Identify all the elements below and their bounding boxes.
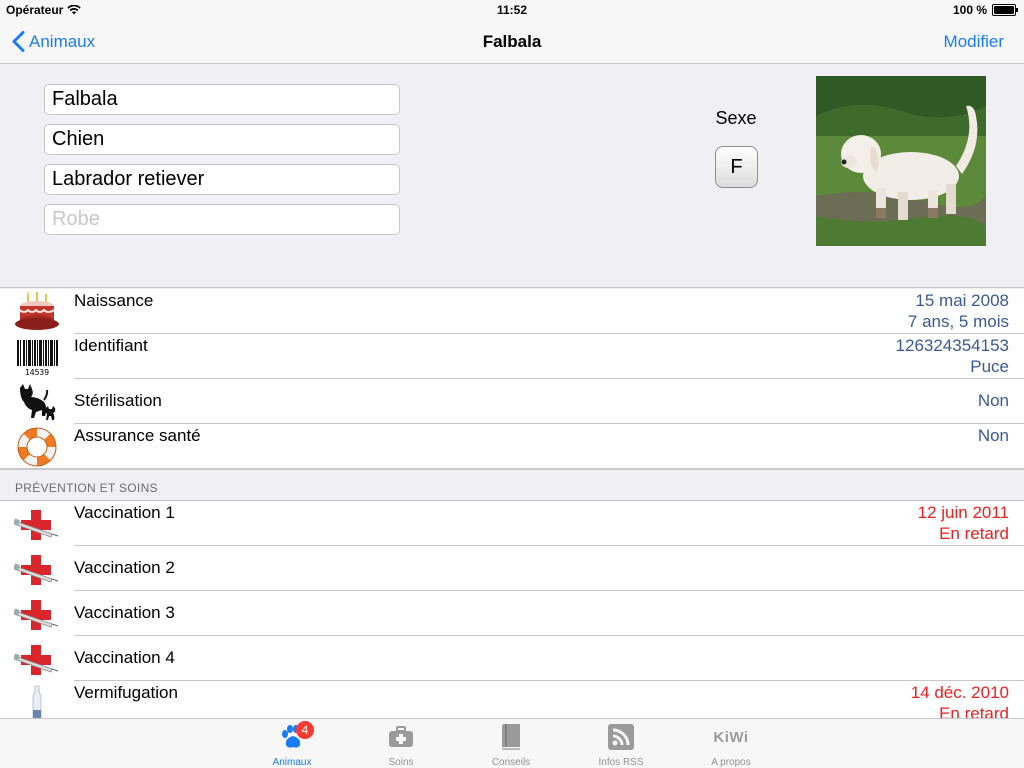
coat-field[interactable]: [44, 204, 400, 235]
status-bar: Opérateur 11:52 100 %: [0, 0, 1024, 20]
tab-conseils-label: Conseils: [491, 757, 531, 768]
deworming-label: Vermifugation: [74, 683, 178, 702]
navigation-bar: Animaux Falbala Modifier: [0, 20, 1024, 64]
tab-animaux-label: Animaux: [272, 757, 312, 768]
breed-field[interactable]: [44, 164, 400, 195]
vaccination-1-status: En retard: [939, 524, 1009, 543]
syringe-cross-icon: [14, 549, 60, 589]
species-field[interactable]: [44, 124, 400, 155]
dog-photo-image: [816, 76, 986, 246]
sex-label: Sexe: [715, 108, 757, 128]
syringe-cross-icon: [14, 504, 60, 544]
care-section: Vaccination 1 12 juin 2011 En retard Vac…: [0, 501, 1024, 726]
identifier-label: Identifiant: [74, 336, 148, 355]
birth-date: 15 mai 2008: [915, 291, 1009, 310]
animal-photo[interactable]: [816, 76, 986, 246]
barcode-number: 14539: [25, 368, 49, 377]
tab-animaux[interactable]: 4 Animaux: [252, 721, 332, 768]
vaccination-4-row[interactable]: Vaccination 4: [0, 636, 1024, 681]
sex-button[interactable]: F: [715, 146, 758, 188]
kiwi-logo-icon: KiWi: [713, 728, 749, 746]
tab-bar: 4 Animaux Soins Conseils Infos RSS KiWi …: [0, 718, 1024, 768]
section-header-prevention: PRÉVENTION ET SOINS: [0, 469, 1024, 501]
vaccination-3-label: Vaccination 3: [74, 603, 175, 622]
insurance-label: Assurance santé: [74, 426, 201, 445]
sterilization-row[interactable]: Stérilisation Non: [0, 379, 1024, 424]
identifier-value: 126324354153 Puce: [896, 335, 1009, 377]
name-field[interactable]: [44, 84, 400, 115]
page-title: Falbala: [482, 32, 542, 51]
birth-age: 7 ans, 5 mois: [907, 312, 1009, 331]
identifier-row[interactable]: 14539 Identifiant 126324354153 Puce: [0, 334, 1024, 379]
info-section: Naissance 15 mai 2008 7 ans, 5 mois 1453…: [0, 289, 1024, 469]
first-aid-kit-icon: [389, 726, 413, 747]
tab-infos-rss-label: Infos RSS: [598, 757, 644, 768]
syringe-cross-icon: [14, 594, 60, 634]
battery-icon: [992, 4, 1018, 16]
vaccination-3-row[interactable]: Vaccination 3: [0, 591, 1024, 636]
identifier-type: Puce: [970, 357, 1009, 376]
sterilization-label: Stérilisation: [74, 391, 162, 410]
battery-info: 100 %: [952, 3, 1018, 17]
birth-value: 15 mai 2008 7 ans, 5 mois: [908, 290, 1009, 332]
lifebuoy-icon: [14, 427, 60, 467]
vaccination-1-value: 12 juin 2011 En retard: [918, 502, 1009, 544]
tab-soins[interactable]: Soins: [361, 722, 441, 768]
rss-icon: [608, 724, 634, 750]
vaccination-1-row[interactable]: Vaccination 1 12 juin 2011 En retard: [0, 501, 1024, 546]
birthday-cake-icon: [14, 292, 60, 332]
vaccination-2-row[interactable]: Vaccination 2: [0, 546, 1024, 591]
edit-button[interactable]: Modifier: [944, 32, 1004, 52]
animals-badge: 4: [296, 721, 314, 739]
birth-label: Naissance: [74, 291, 154, 310]
syringe-cross-icon: [14, 639, 60, 679]
tab-a-propos[interactable]: KiWi A propos: [691, 722, 771, 768]
vaccination-1-date: 12 juin 2011: [917, 503, 1009, 522]
insurance-row[interactable]: Assurance santé Non: [0, 424, 1024, 469]
tab-soins-label: Soins: [388, 757, 414, 768]
details-table: Naissance 15 mai 2008 7 ans, 5 mois 1453…: [0, 289, 1024, 726]
tab-infos-rss[interactable]: Infos RSS: [581, 722, 661, 768]
tab-conseils[interactable]: Conseils: [471, 722, 551, 768]
cat-dog-silhouette-icon: [14, 382, 60, 422]
insurance-value: Non: [977, 426, 1009, 445]
deworming-date: 14 déc. 2010: [910, 683, 1009, 702]
book-icon: [502, 724, 520, 750]
vaccination-1-label: Vaccination 1: [74, 503, 175, 522]
barcode-icon: 14539: [14, 337, 60, 377]
sterilization-value: Non: [977, 391, 1009, 410]
vaccination-4-label: Vaccination 4: [74, 648, 175, 667]
tab-a-propos-label: A propos: [711, 757, 751, 768]
animal-header: Sexe F: [0, 64, 1024, 288]
identifier-number: 126324354153: [895, 336, 1009, 355]
battery-percent: 100 %: [952, 3, 987, 17]
status-time: 11:52: [496, 3, 528, 17]
birth-row[interactable]: Naissance 15 mai 2008 7 ans, 5 mois: [0, 289, 1024, 334]
vaccination-2-label: Vaccination 2: [74, 558, 175, 577]
